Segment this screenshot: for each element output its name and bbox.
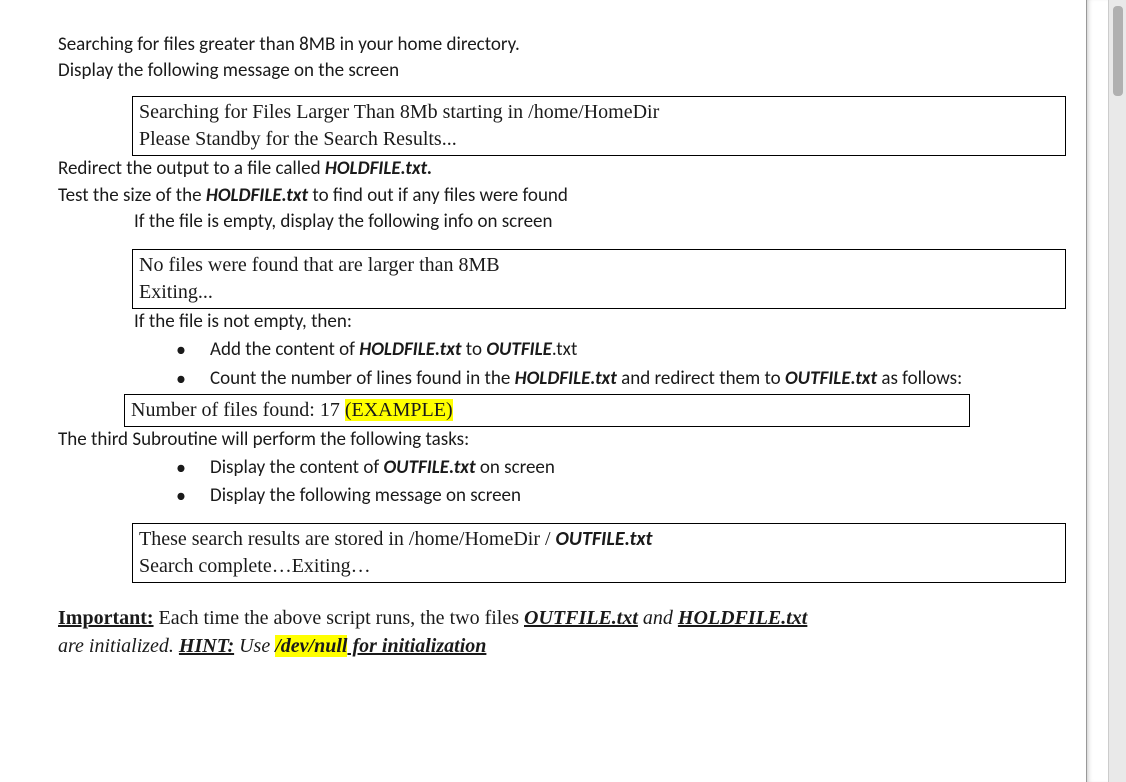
box2-line1: No files were found that are larger than… <box>139 252 1059 279</box>
bul3-p1: Display the content of <box>210 456 383 479</box>
if-not-empty-line: If the file is not empty, then: <box>134 309 1066 335</box>
box3-p1: Number of files found: 17 <box>131 399 345 421</box>
bul2-p2: and redirect them to <box>617 367 785 390</box>
bul3-p2: on screen <box>476 456 555 479</box>
testsize-p2: to find out if any files were found <box>308 184 568 207</box>
bul2-p1: Count the number of lines found in the <box>210 367 515 390</box>
bul2-f2: OUTFILE.txt <box>785 367 877 390</box>
holdfile-name: HOLDFILE.txt. <box>325 157 432 180</box>
testsize-p1: Test the size of the <box>58 184 206 207</box>
imp-p3: are initialized. <box>58 635 179 657</box>
imp-p4: Use <box>234 635 275 657</box>
bullet-display-content: Display the content of OUTFILE.txt on sc… <box>176 455 1066 481</box>
message-box-1: Searching for Files Larger Than 8Mb star… <box>132 96 1066 156</box>
third-subroutine-line: The third Subroutine will perform the fo… <box>58 427 1066 453</box>
bullet-list-2: Display the content of OUTFILE.txt on sc… <box>176 455 1066 509</box>
bullet-display-message: Display the following message on screen <box>176 483 1066 509</box>
bul3-f1: OUTFILE.txt <box>383 456 475 479</box>
message-box-2: No files were found that are larger than… <box>132 249 1066 309</box>
bul2-f1: HOLDFILE.txt <box>515 367 617 390</box>
bul1-p1: Add the content of <box>210 338 359 361</box>
bul1-f2a: OUTFILE <box>486 338 552 361</box>
holdfile-name-2: HOLDFILE.txt <box>206 184 308 207</box>
intro-line-1: Searching for files greater than 8MB in … <box>58 32 1066 58</box>
box4-line1: These search results are stored in /home… <box>139 526 1059 553</box>
message-box-4: These search results are stored in /home… <box>132 523 1066 583</box>
bullet-count-lines: Count the number of lines found in the H… <box>176 366 1066 392</box>
imp-f1: OUTFILE.txt <box>524 607 638 629</box>
imp-p2: and <box>638 607 678 629</box>
box4-line1a: These search results are stored in /home… <box>139 528 556 550</box>
box4-outfile: OUTFILE.txt <box>556 527 653 551</box>
imp-p1: Each time the above script runs, the two… <box>154 607 524 629</box>
vertical-scrollbar[interactable] <box>1108 0 1126 782</box>
redirect-prefix: Redirect the output to a file called <box>58 157 325 180</box>
bullet-list-1: Add the content of HOLDFILE.txt to OUTFI… <box>176 337 1066 391</box>
intro-line-2: Display the following message on the scr… <box>58 58 1066 84</box>
testsize-line: Test the size of the HOLDFILE.txt to fin… <box>58 183 1066 209</box>
box3-example-highlight: (EXAMPLE) <box>345 399 453 421</box>
box2-line2: Exiting... <box>139 279 1059 306</box>
bul2-p3: as follows: <box>877 367 962 390</box>
imp-p5: for initialization <box>347 635 486 657</box>
bul1-p2: to <box>462 338 487 361</box>
bul1-f2b: .txt <box>552 338 577 361</box>
bullet-add-content: Add the content of HOLDFILE.txt to OUTFI… <box>176 337 1066 363</box>
devnull-highlight: /dev/null <box>275 635 347 657</box>
document-page: Searching for files greater than 8MB in … <box>0 0 1126 681</box>
imp-f2: HOLDFILE.txt <box>678 607 807 629</box>
redirect-line: Redirect the output to a file called HOL… <box>58 156 1066 182</box>
if-empty-line: If the file is empty, display the follow… <box>134 209 1066 235</box>
bul1-f1: HOLDFILE.txt <box>359 338 461 361</box>
page-right-edge <box>1086 0 1108 782</box>
box1-line1: Searching for Files Larger Than 8Mb star… <box>139 99 1059 126</box>
important-label: Important: <box>58 607 154 629</box>
message-box-3: Number of files found: 17 (EXAMPLE) <box>124 394 970 427</box>
box1-line2: Please Standby for the Search Results... <box>139 126 1059 153</box>
scrollbar-thumb[interactable] <box>1113 6 1123 96</box>
box4-line2: Search complete…Exiting… <box>139 553 1059 580</box>
hint-label: HINT: <box>179 635 234 657</box>
important-block: Important: Each time the above script ru… <box>58 605 1066 660</box>
